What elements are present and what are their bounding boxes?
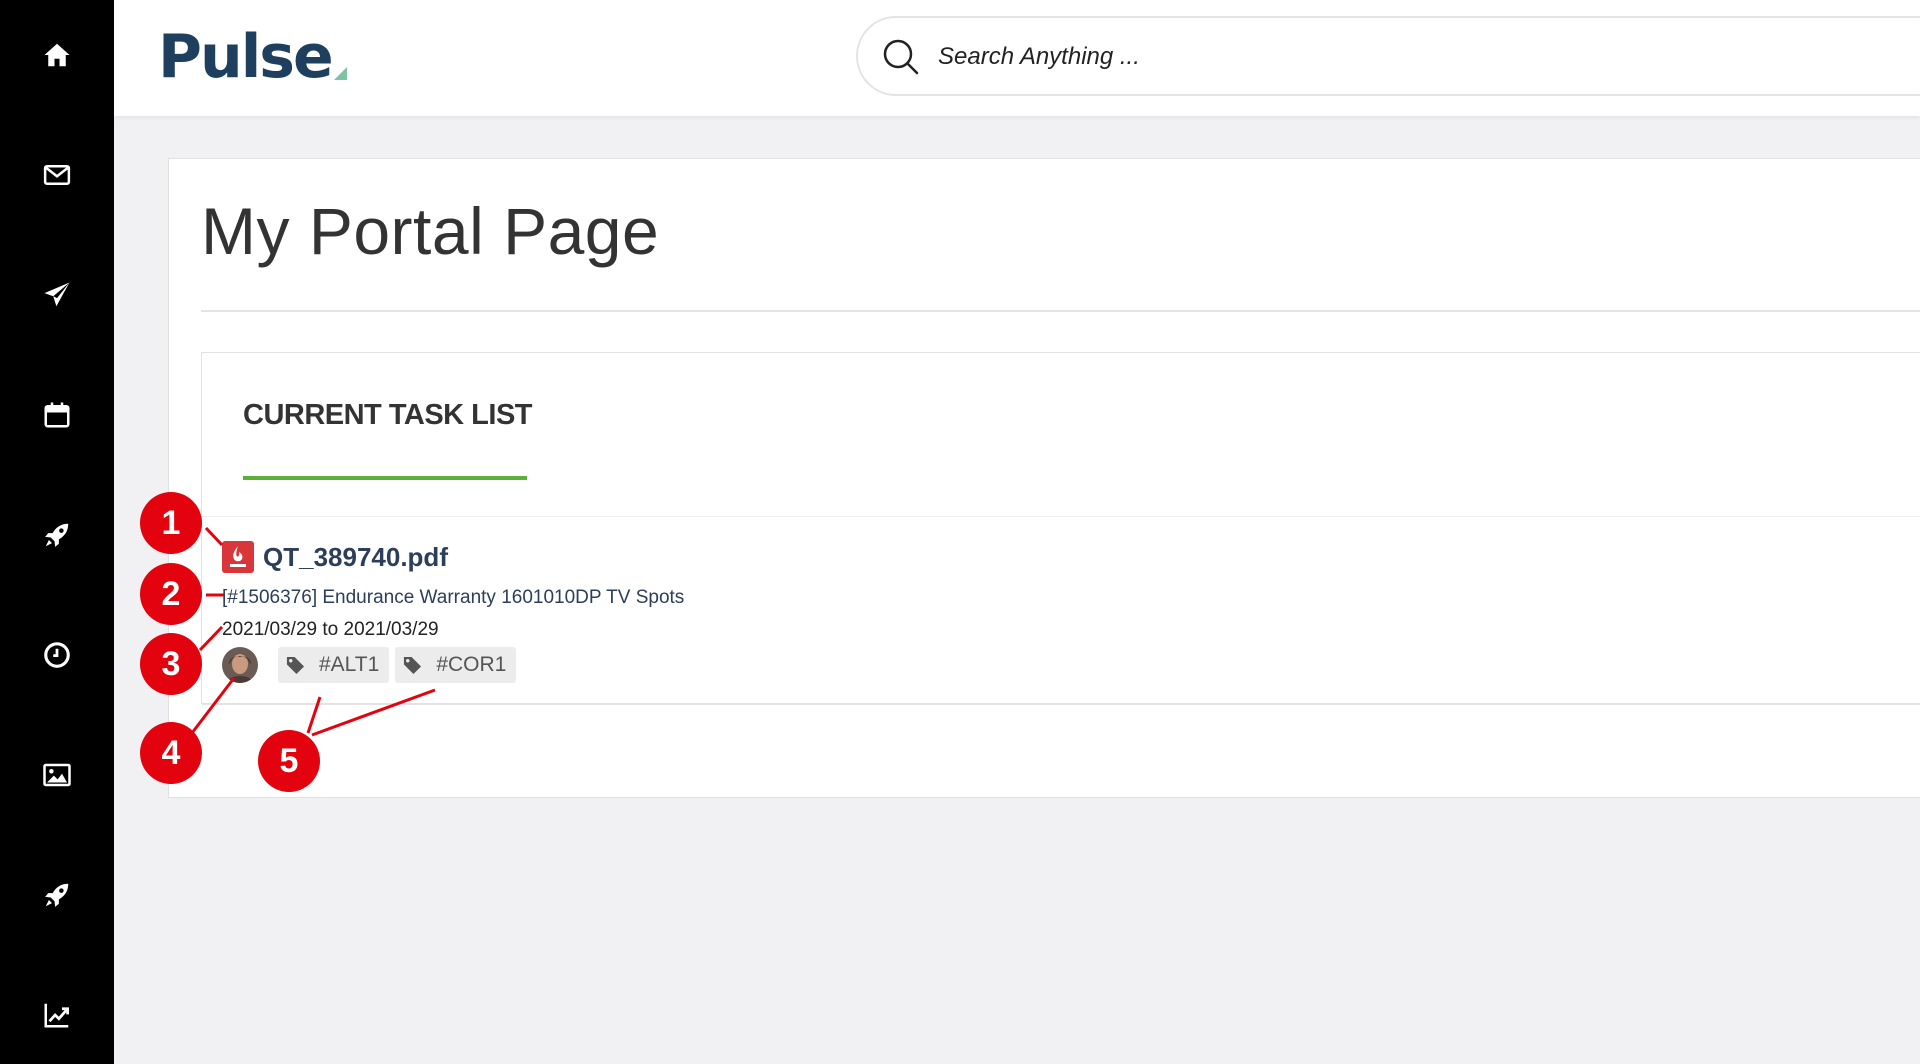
clock-icon	[44, 642, 70, 668]
tag-alt1[interactable]: #ALT1	[278, 647, 390, 683]
task-list-card: CURRENT TASK LIST QT_389740.pdf [#150637…	[201, 352, 1920, 705]
task-file-link[interactable]: QT_389740.pdf	[222, 541, 448, 573]
user-avatar-icon	[222, 647, 258, 683]
rocket-icon	[45, 523, 69, 547]
page-title: My Portal Page	[201, 194, 660, 268]
send-icon	[44, 282, 70, 307]
portal-panel: My Portal Page CURRENT TASK LIST QT_3897…	[168, 158, 1920, 798]
sidebar-item-launch[interactable]	[0, 865, 114, 925]
top-bar: Pulse	[114, 0, 1920, 116]
sidebar-item-projects[interactable]	[0, 505, 114, 565]
chart-line-icon	[44, 1003, 69, 1028]
title-divider	[201, 310, 1920, 312]
task-project-link[interactable]: [#1506376] Endurance Warranty 1601010DP …	[222, 587, 684, 609]
home-icon	[44, 43, 70, 67]
tag-icon	[286, 656, 305, 674]
sidebar-item-media[interactable]	[0, 745, 114, 805]
calendar-icon	[44, 402, 70, 428]
sidebar	[0, 0, 114, 1064]
avatar[interactable]	[222, 647, 258, 683]
callout-badge: 2	[140, 563, 202, 625]
callout-badge: 4	[140, 722, 202, 784]
tag-label: #COR1	[436, 653, 507, 676]
rocket-icon	[45, 883, 69, 907]
callout-badge: 3	[140, 633, 202, 695]
pdf-file-icon	[222, 541, 254, 573]
tag-cor1[interactable]: #COR1	[395, 647, 517, 683]
sidebar-item-send[interactable]	[0, 265, 114, 325]
task-list-title: CURRENT TASK LIST	[243, 399, 533, 431]
logo-mark-icon	[333, 67, 347, 80]
tag-label: #ALT1	[319, 653, 380, 676]
task-filename: QT_389740.pdf	[263, 541, 448, 572]
sidebar-item-time[interactable]	[0, 625, 114, 685]
search-input[interactable]	[938, 34, 1838, 80]
task-list-underline	[243, 476, 527, 480]
tag-icon	[404, 656, 422, 674]
task-list-header: CURRENT TASK LIST	[202, 353, 1920, 517]
search-bar[interactable]	[856, 16, 1920, 96]
logo-text: Pulse	[158, 22, 334, 92]
pulse-logo[interactable]: Pulse	[158, 22, 347, 92]
sidebar-item-mail[interactable]	[0, 145, 114, 205]
task-item: QT_389740.pdf [#1506376] Endurance Warra…	[202, 517, 1920, 705]
image-icon	[43, 763, 71, 787]
callout-badge: 5	[258, 730, 320, 792]
sidebar-item-calendar[interactable]	[0, 385, 114, 445]
task-meta: #ALT1 #COR1	[222, 647, 522, 683]
task-date-range: 2021/03/29 to 2021/03/29	[222, 619, 439, 640]
sidebar-item-reports[interactable]	[0, 985, 114, 1045]
callout-badge: 1	[140, 492, 202, 554]
sidebar-item-home[interactable]	[0, 25, 114, 85]
search-icon[interactable]	[880, 36, 922, 78]
mail-icon	[43, 165, 71, 185]
